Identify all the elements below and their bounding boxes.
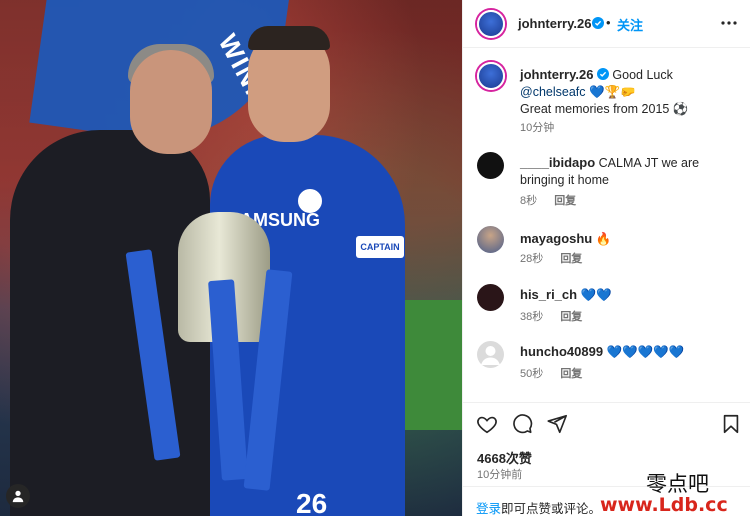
comment-text: huncho40899 💙💙💙💙💙: [520, 343, 740, 361]
caption-text: johnterry.26 Good Luck @chelseafc 💙🏆🤛 Gr…: [520, 66, 742, 118]
comment-avatar[interactable]: [477, 341, 504, 368]
author-username[interactable]: johnterry.26: [518, 16, 591, 31]
post-sidebar: johnterry.26 • 关注 johnterry.26 Good Luck…: [462, 0, 750, 516]
action-bar: [463, 402, 750, 442]
photo-shirt-number: 26: [296, 488, 328, 516]
comment-time: 38秒: [520, 311, 544, 323]
login-rest: 即可点赞或评论。: [501, 502, 602, 516]
caption-line2: Great memories from 2015 ⚽: [520, 102, 689, 116]
comment-avatar[interactable]: [477, 226, 504, 253]
save-icon[interactable]: [720, 413, 742, 435]
user-icon: [12, 490, 24, 503]
tagged-users-button[interactable]: [6, 484, 30, 508]
default-avatar-icon: [481, 346, 500, 365]
more-icon[interactable]: [719, 13, 739, 33]
site-watermark: 零点吧 www.Ldb.cc: [600, 466, 750, 516]
comment-body: 💙💙💙💙💙: [606, 345, 685, 359]
comment-avatar[interactable]: [477, 284, 504, 311]
share-icon[interactable]: [546, 413, 568, 435]
photo-head-left: [130, 50, 212, 154]
caption-author-avatar[interactable]: [477, 62, 505, 90]
likes-count[interactable]: 4668次赞: [477, 448, 532, 467]
author-avatar[interactable]: [477, 10, 505, 38]
comment-text: mayagoshu 🔥: [520, 230, 740, 248]
photo-hair-right: [248, 26, 330, 50]
caption-timestamp: 10分钟: [520, 122, 555, 134]
heart-icon[interactable]: [476, 413, 498, 435]
comment-text: his_ri_ch 💙💙: [520, 286, 740, 304]
verified-icon: [592, 17, 604, 29]
comment-icon[interactable]: [511, 413, 533, 435]
login-text: 登录即可点赞或评论。: [476, 498, 601, 516]
caption-prefix: Good Luck: [612, 68, 673, 82]
comment-username[interactable]: huncho40899: [520, 344, 603, 359]
reply-button[interactable]: 回复: [560, 311, 582, 323]
verified-icon: [596, 68, 609, 80]
comment-time: 50秒: [520, 368, 544, 380]
comment-username[interactable]: ____ibidapo: [520, 155, 595, 170]
comment-username[interactable]: mayagoshu: [520, 231, 592, 246]
post-photo[interactable]: WINN SAMSUNG CAPTAIN 26: [0, 0, 462, 516]
header-separator: •: [606, 15, 611, 30]
login-link[interactable]: 登录: [476, 502, 501, 516]
photo-captain-armband: CAPTAIN: [356, 236, 404, 258]
comment-meta: 50秒 回复: [520, 365, 596, 381]
comment-time: 28秒: [520, 253, 544, 265]
comment-avatar[interactable]: [477, 152, 504, 179]
reply-button[interactable]: 回复: [560, 368, 582, 380]
caption-author-username[interactable]: johnterry.26: [520, 67, 593, 82]
comment-meta: 8秒 回复: [520, 192, 590, 208]
comment-meta: 28秒 回复: [520, 250, 596, 266]
follow-button[interactable]: 关注: [617, 15, 643, 34]
comment-text: ____ibidapo CALMA JT we are bringing it …: [520, 154, 740, 189]
post-timestamp: 10分钟前: [477, 469, 523, 481]
comment-username[interactable]: his_ri_ch: [520, 287, 577, 302]
post-header: johnterry.26 • 关注: [463, 0, 750, 48]
comment-meta: 38秒 回复: [520, 308, 596, 324]
comment-body: 🔥: [595, 232, 612, 246]
comment-time: 8秒: [520, 195, 538, 207]
caption-emojis: 💙🏆🤛: [588, 85, 636, 99]
watermark-url: www.Ldb.cc: [600, 494, 728, 516]
comment-body: 💙💙: [580, 288, 612, 302]
caption-mention-link[interactable]: @chelseafc: [520, 85, 586, 99]
reply-button[interactable]: 回复: [554, 195, 576, 207]
reply-button[interactable]: 回复: [560, 253, 582, 265]
